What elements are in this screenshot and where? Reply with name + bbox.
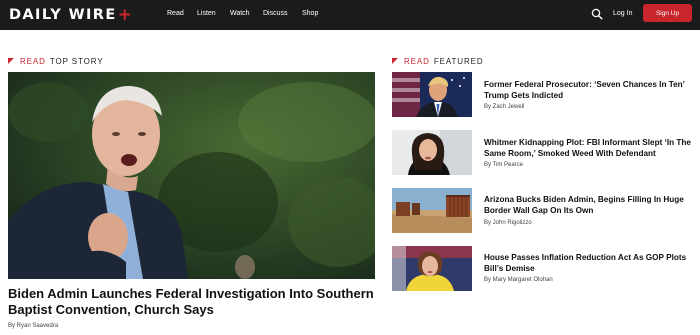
featured-title-3[interactable]: Arizona Bucks Biden Admin, Begins Fillin…	[484, 194, 694, 216]
featured-title-2[interactable]: Whitmer Kidnapping Plot: FBI Informant S…	[484, 137, 694, 159]
daily-wire-logo[interactable]: DAILY WIRE +	[9, 5, 132, 25]
featured-title-4[interactable]: House Passes Inflation Reduction Act As …	[484, 252, 694, 274]
section-flag-icon	[8, 58, 14, 64]
nav-link-read[interactable]: Read	[167, 8, 184, 20]
logo-wordmark: DAILY WIRE	[9, 7, 117, 23]
section-title: FEATURED	[433, 56, 484, 66]
nav-link-discuss[interactable]: Discuss	[263, 8, 288, 20]
top-story-image[interactable]	[8, 72, 375, 279]
nav-link-listen[interactable]: Listen	[197, 8, 216, 20]
section-flag-icon	[392, 58, 398, 64]
featured-byline-4[interactable]: By Mary Margaret Olohan	[484, 276, 553, 284]
featured-image-trump[interactable]	[392, 72, 472, 117]
featured-image-border-wall[interactable]	[392, 188, 472, 233]
logo-plus: +	[117, 5, 132, 25]
section-read-label: READ	[404, 56, 430, 66]
nav-link-watch[interactable]: Watch	[230, 8, 250, 20]
featured-section-label: READ FEATURED	[392, 56, 484, 66]
featured-byline-3[interactable]: By John Rigolizzo	[484, 219, 532, 227]
section-read-label: READ	[20, 56, 46, 66]
search-icon[interactable]	[591, 8, 603, 20]
featured-image-pelosi[interactable]	[392, 246, 472, 291]
nav-link-shop[interactable]: Shop	[302, 8, 318, 20]
top-story-byline[interactable]: By Ryan Saavedra	[8, 322, 58, 330]
section-title: TOP STORY	[49, 56, 104, 66]
top-nav-bar: DAILY WIRE + Read Listen Watch Discuss Sh…	[0, 0, 700, 30]
featured-byline-1[interactable]: By Zach Jewell	[484, 103, 524, 111]
login-link[interactable]: Log In	[613, 8, 632, 20]
featured-image-whitmer[interactable]	[392, 130, 472, 175]
top-story-section-label: READ TOP STORY	[8, 56, 104, 66]
featured-title-1[interactable]: Former Federal Prosecutor: ‘Seven Chance…	[484, 79, 694, 101]
signup-button[interactable]: Sign Up	[643, 4, 692, 22]
featured-byline-2[interactable]: By Tim Pearce	[484, 161, 523, 169]
top-story-headline[interactable]: Biden Admin Launches Federal Investigati…	[8, 286, 378, 318]
